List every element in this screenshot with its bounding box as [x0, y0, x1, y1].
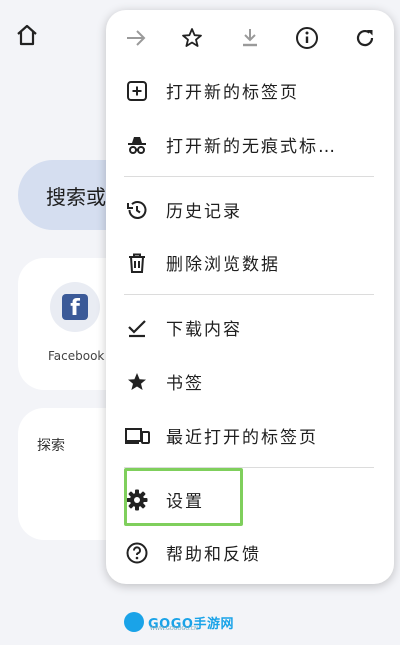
trash-icon	[124, 250, 150, 276]
download-icon[interactable]	[236, 24, 264, 52]
facebook-shortcut[interactable]: f	[50, 282, 100, 332]
watermark-url: WWW.GOGOGO.CN	[150, 626, 198, 632]
menu-item-downloads[interactable]: 下载内容	[106, 307, 394, 347]
forward-arrow-icon[interactable]	[122, 24, 150, 52]
menu-item-label: 历史记录	[166, 201, 242, 222]
help-icon	[124, 540, 150, 566]
menu-item-label: 打开新的标签页	[166, 82, 299, 103]
facebook-icon: f	[62, 294, 88, 320]
menu-item-help[interactable]: 帮助和反馈	[106, 532, 394, 572]
menu-divider	[124, 294, 374, 295]
menu-toolbar	[106, 10, 394, 66]
incognito-icon	[124, 132, 150, 158]
menu-item-label: 打开新的无痕式标…	[166, 136, 337, 157]
refresh-icon[interactable]	[351, 24, 379, 52]
menu-item-new-tab[interactable]: 打开新的标签页	[106, 70, 394, 110]
home-icon[interactable]	[14, 22, 40, 48]
menu-item-bookmarks[interactable]: 书签	[106, 361, 394, 401]
devices-icon	[124, 423, 150, 449]
facebook-letter: f	[70, 296, 80, 321]
star-filled-icon	[124, 369, 150, 395]
menu-item-incognito[interactable]: 打开新的无痕式标…	[106, 124, 394, 164]
new-tab-icon	[124, 78, 150, 104]
overflow-menu: 打开新的标签页 打开新的无痕式标… 历史记录 删除浏览数据 下载内容 书签 最近…	[106, 10, 394, 584]
watermark: GOGO手游网 WWW.GOGOGO.CN	[124, 611, 234, 633]
menu-item-history[interactable]: 历史记录	[106, 189, 394, 229]
menu-item-label: 下载内容	[166, 319, 242, 340]
menu-item-label: 最近打开的标签页	[166, 427, 318, 448]
menu-divider	[124, 176, 374, 177]
watermark-logo-icon	[124, 612, 144, 632]
menu-item-recent-tabs[interactable]: 最近打开的标签页	[106, 415, 394, 455]
facebook-label: Facebook	[48, 349, 105, 363]
info-icon[interactable]	[293, 24, 321, 52]
search-placeholder: 搜索或	[46, 184, 106, 209]
explore-label: 探索	[37, 438, 65, 454]
menu-item-label: 删除浏览数据	[166, 254, 280, 275]
star-icon[interactable]	[178, 24, 206, 52]
menu-item-label: 帮助和反馈	[166, 544, 261, 565]
menu-item-clear-data[interactable]: 删除浏览数据	[106, 242, 394, 282]
menu-item-label: 书签	[166, 373, 204, 394]
history-icon	[124, 197, 150, 223]
download-check-icon	[124, 315, 150, 341]
settings-highlight	[124, 468, 243, 526]
